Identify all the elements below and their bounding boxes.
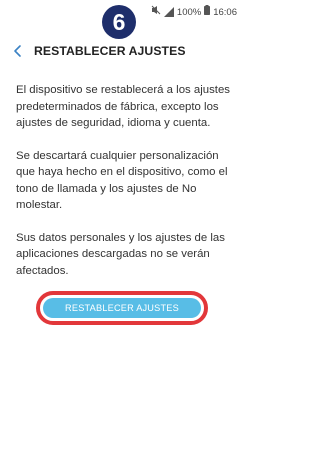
back-button[interactable] bbox=[2, 32, 34, 70]
battery-percent: 100% bbox=[176, 6, 202, 18]
clock: 16:06 bbox=[213, 6, 237, 18]
reset-button-highlight: RESTABLECER AJUSTES bbox=[36, 291, 208, 325]
description-paragraph: Sus datos personales y los ajustes de la… bbox=[16, 231, 225, 277]
page-title: RESTABLECER AJUSTES bbox=[34, 44, 186, 58]
description-paragraph: Se descartará cualquier personalización … bbox=[16, 149, 228, 212]
signal-icon bbox=[163, 7, 174, 17]
description: El dispositivo se restablecerá a los aju… bbox=[16, 82, 238, 295]
battery-icon bbox=[204, 4, 211, 20]
mute-icon bbox=[151, 5, 161, 20]
description-paragraph: El dispositivo se restablecerá a los aju… bbox=[16, 84, 230, 129]
status-icons: 100% 16:06 bbox=[151, 4, 237, 20]
chevron-left-icon bbox=[14, 45, 21, 57]
reset-settings-button[interactable]: RESTABLECER AJUSTES bbox=[43, 298, 201, 318]
app-bar: RESTABLECER AJUSTES bbox=[0, 32, 243, 70]
